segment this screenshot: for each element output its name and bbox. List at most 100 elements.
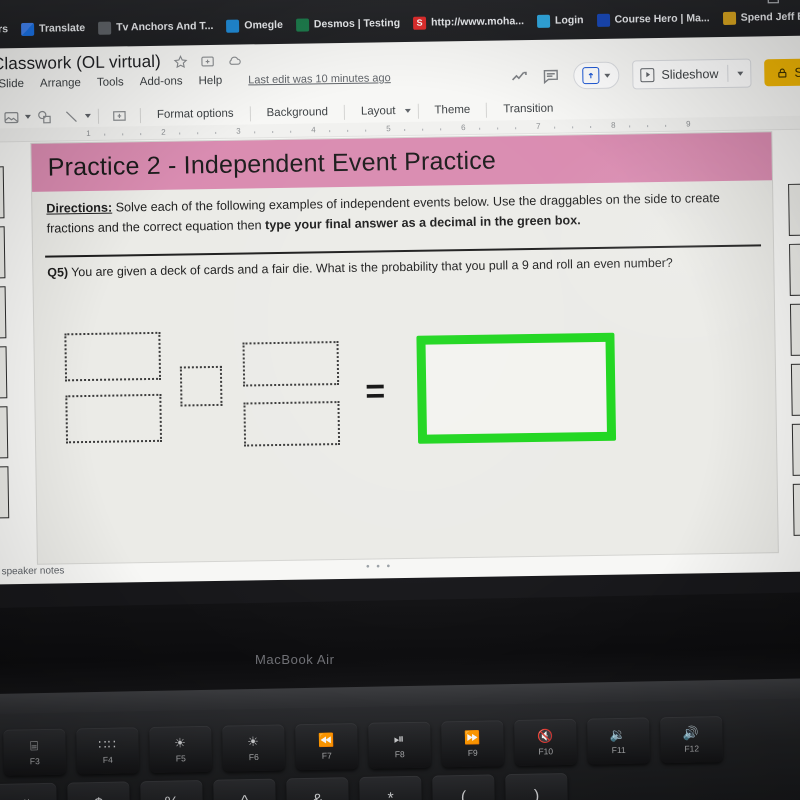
draggable-tile[interactable]: 5	[0, 286, 7, 340]
chevron-down-icon[interactable]	[404, 108, 411, 113]
menu-slide[interactable]: Slide	[0, 78, 24, 90]
drop-zone-middle-operator[interactable]	[179, 365, 223, 407]
image-icon[interactable]	[3, 109, 20, 126]
drop-zone-left-numerator[interactable]	[64, 331, 162, 382]
key-3[interactable]: #	[0, 782, 58, 800]
draggable-tile[interactable]	[789, 303, 800, 356]
comment-icon[interactable]	[541, 67, 560, 86]
draggable-tile[interactable]: 6	[792, 483, 800, 536]
background-button[interactable]: Background	[258, 106, 338, 119]
left-draggable-strip: 3 5 6 1 2	[0, 166, 23, 527]
draggable-tile[interactable]	[790, 363, 800, 416]
key-6[interactable]: ^	[213, 778, 277, 800]
launchpad-icon: ∷∷	[98, 736, 117, 752]
key-9[interactable]: (	[432, 774, 496, 800]
slide-title[interactable]: Practice 2 - Independent Event Practice	[31, 146, 496, 182]
draggable-tile[interactable]: 3	[0, 226, 6, 280]
draggable-tile[interactable]	[788, 183, 800, 236]
volume-down-key[interactable]: 🔉 F11	[587, 717, 650, 765]
volume-up-icon: 🔊	[682, 724, 701, 741]
volume-up-key[interactable]: 🔊 F12	[660, 715, 723, 764]
draggable-tile[interactable]	[789, 243, 800, 296]
key-0[interactable]: )	[505, 772, 569, 800]
green-answer-box[interactable]	[416, 332, 617, 444]
textbox-icon[interactable]	[111, 107, 128, 124]
bookmark-label: Login	[554, 14, 584, 27]
bookmark-item[interactable]: S http://www.moha...	[412, 15, 525, 30]
draggable-tile[interactable]	[791, 423, 800, 476]
ruler-mark: 6	[461, 123, 466, 133]
share-button[interactable]: Sh	[764, 58, 800, 87]
bookmark-item[interactable]: Tv Anchors And T...	[98, 19, 214, 35]
chevron-down-icon[interactable]	[737, 71, 744, 76]
format-options-button[interactable]: Format options	[148, 108, 243, 121]
bookmark-item[interactable]: Login	[536, 14, 584, 28]
line-icon[interactable]	[63, 108, 80, 125]
menu-add-ons[interactable]: Add-ons	[140, 75, 183, 88]
theme-button[interactable]: Theme	[425, 104, 479, 117]
last-edit-status[interactable]: Last edit was 10 minutes ago	[248, 72, 391, 86]
draggable-tile[interactable]	[0, 166, 5, 220]
bookmark-item[interactable]: rs	[0, 23, 8, 36]
key-char: *	[387, 790, 394, 800]
draggable-tile[interactable]: 2	[0, 466, 10, 520]
layout-button[interactable]: Layout	[352, 105, 405, 118]
brightness-up-key[interactable]: ☀ F6	[222, 724, 286, 772]
bookmark-label: Course Hero | Ma...	[614, 12, 710, 26]
bookmark-item[interactable]: Translate	[20, 21, 85, 36]
launchpad-key[interactable]: ∷∷ F4	[76, 727, 140, 775]
mute-key[interactable]: 🔇 F10	[514, 718, 578, 766]
brightness-down-key[interactable]: ☀ F5	[149, 725, 213, 773]
drop-zone-left-denominator[interactable]	[65, 393, 163, 444]
chevron-down-icon[interactable]	[24, 114, 31, 119]
draggable-tile[interactable]: 1	[0, 406, 9, 460]
ruler-mark: 1	[86, 128, 91, 138]
shape-icon[interactable]	[36, 108, 53, 125]
transition-button[interactable]: Transition	[494, 102, 562, 116]
present-icon	[582, 66, 600, 85]
mission-control-key[interactable]: ⌸ F3	[3, 728, 67, 776]
volume-down-icon: 🔉	[609, 726, 628, 742]
slideshow-button[interactable]: Slideshow	[632, 58, 752, 90]
rewind-icon: ⏪	[317, 731, 336, 748]
bookmark-label: Tv Anchors And T...	[116, 19, 214, 34]
rewind-key[interactable]: ⏪ F7	[295, 723, 359, 771]
key-5[interactable]: %	[140, 779, 204, 800]
key-char: &	[312, 792, 323, 800]
draggable-tile[interactable]: 6	[0, 346, 8, 400]
chevron-down-icon[interactable]	[84, 113, 91, 118]
activity-dashboard-icon[interactable]	[509, 67, 528, 86]
menu-arrange[interactable]: Arrange	[40, 77, 81, 90]
globe-icon	[98, 21, 112, 35]
bookmark-item[interactable]: Omegle	[226, 18, 283, 33]
divider	[727, 64, 729, 82]
fast-forward-key[interactable]: ⏩ F9	[441, 720, 505, 768]
equals-sign: =	[364, 372, 386, 411]
present-dropdown-button[interactable]	[573, 61, 620, 90]
bookmark-item[interactable]: Course Hero | Ma...	[596, 12, 710, 27]
notes-drag-handle[interactable]: • • •	[366, 561, 392, 572]
bookmark-label: http://www.moha...	[430, 15, 525, 29]
header-actions: Slideshow Sh	[509, 57, 800, 91]
star-icon[interactable]	[173, 54, 188, 69]
slide-canvas[interactable]: Practice 2 - Independent Event Practice …	[31, 132, 778, 564]
menu-tools[interactable]: Tools	[97, 76, 124, 88]
menu-help[interactable]: Help	[198, 75, 222, 87]
key-4[interactable]: $	[67, 781, 131, 800]
key-8[interactable]: *	[359, 775, 423, 800]
directions-text[interactable]: Directions: Solve each of the following …	[46, 188, 757, 238]
bookmark-item[interactable]: Spend Jeff Bezos...	[722, 10, 800, 25]
move-to-folder-icon[interactable]	[200, 53, 215, 68]
question-text[interactable]: Q5) You are given a deck of cards and a …	[47, 253, 747, 283]
ruler-mark: 9	[686, 119, 691, 129]
function-key-row: ⌸ F3 ∷∷ F4 ☀ F5 ☀ F6 ⏪ F7 ⏯ F8 ⏩ F9 🔇 F1…	[3, 715, 723, 776]
key-7[interactable]: &	[286, 777, 350, 800]
chevron-down-icon	[604, 73, 611, 78]
bookmark-item[interactable]: Desmos | Testing	[295, 17, 400, 32]
page-title[interactable]: Classwork (OL virtual)	[0, 52, 161, 75]
cloud-status-icon[interactable]	[227, 53, 242, 68]
ruler-mark: 3	[236, 126, 241, 136]
drop-zone-right-denominator[interactable]	[243, 401, 341, 447]
play-pause-key[interactable]: ⏯ F8	[368, 721, 432, 769]
drop-zone-right-numerator[interactable]	[242, 341, 340, 387]
